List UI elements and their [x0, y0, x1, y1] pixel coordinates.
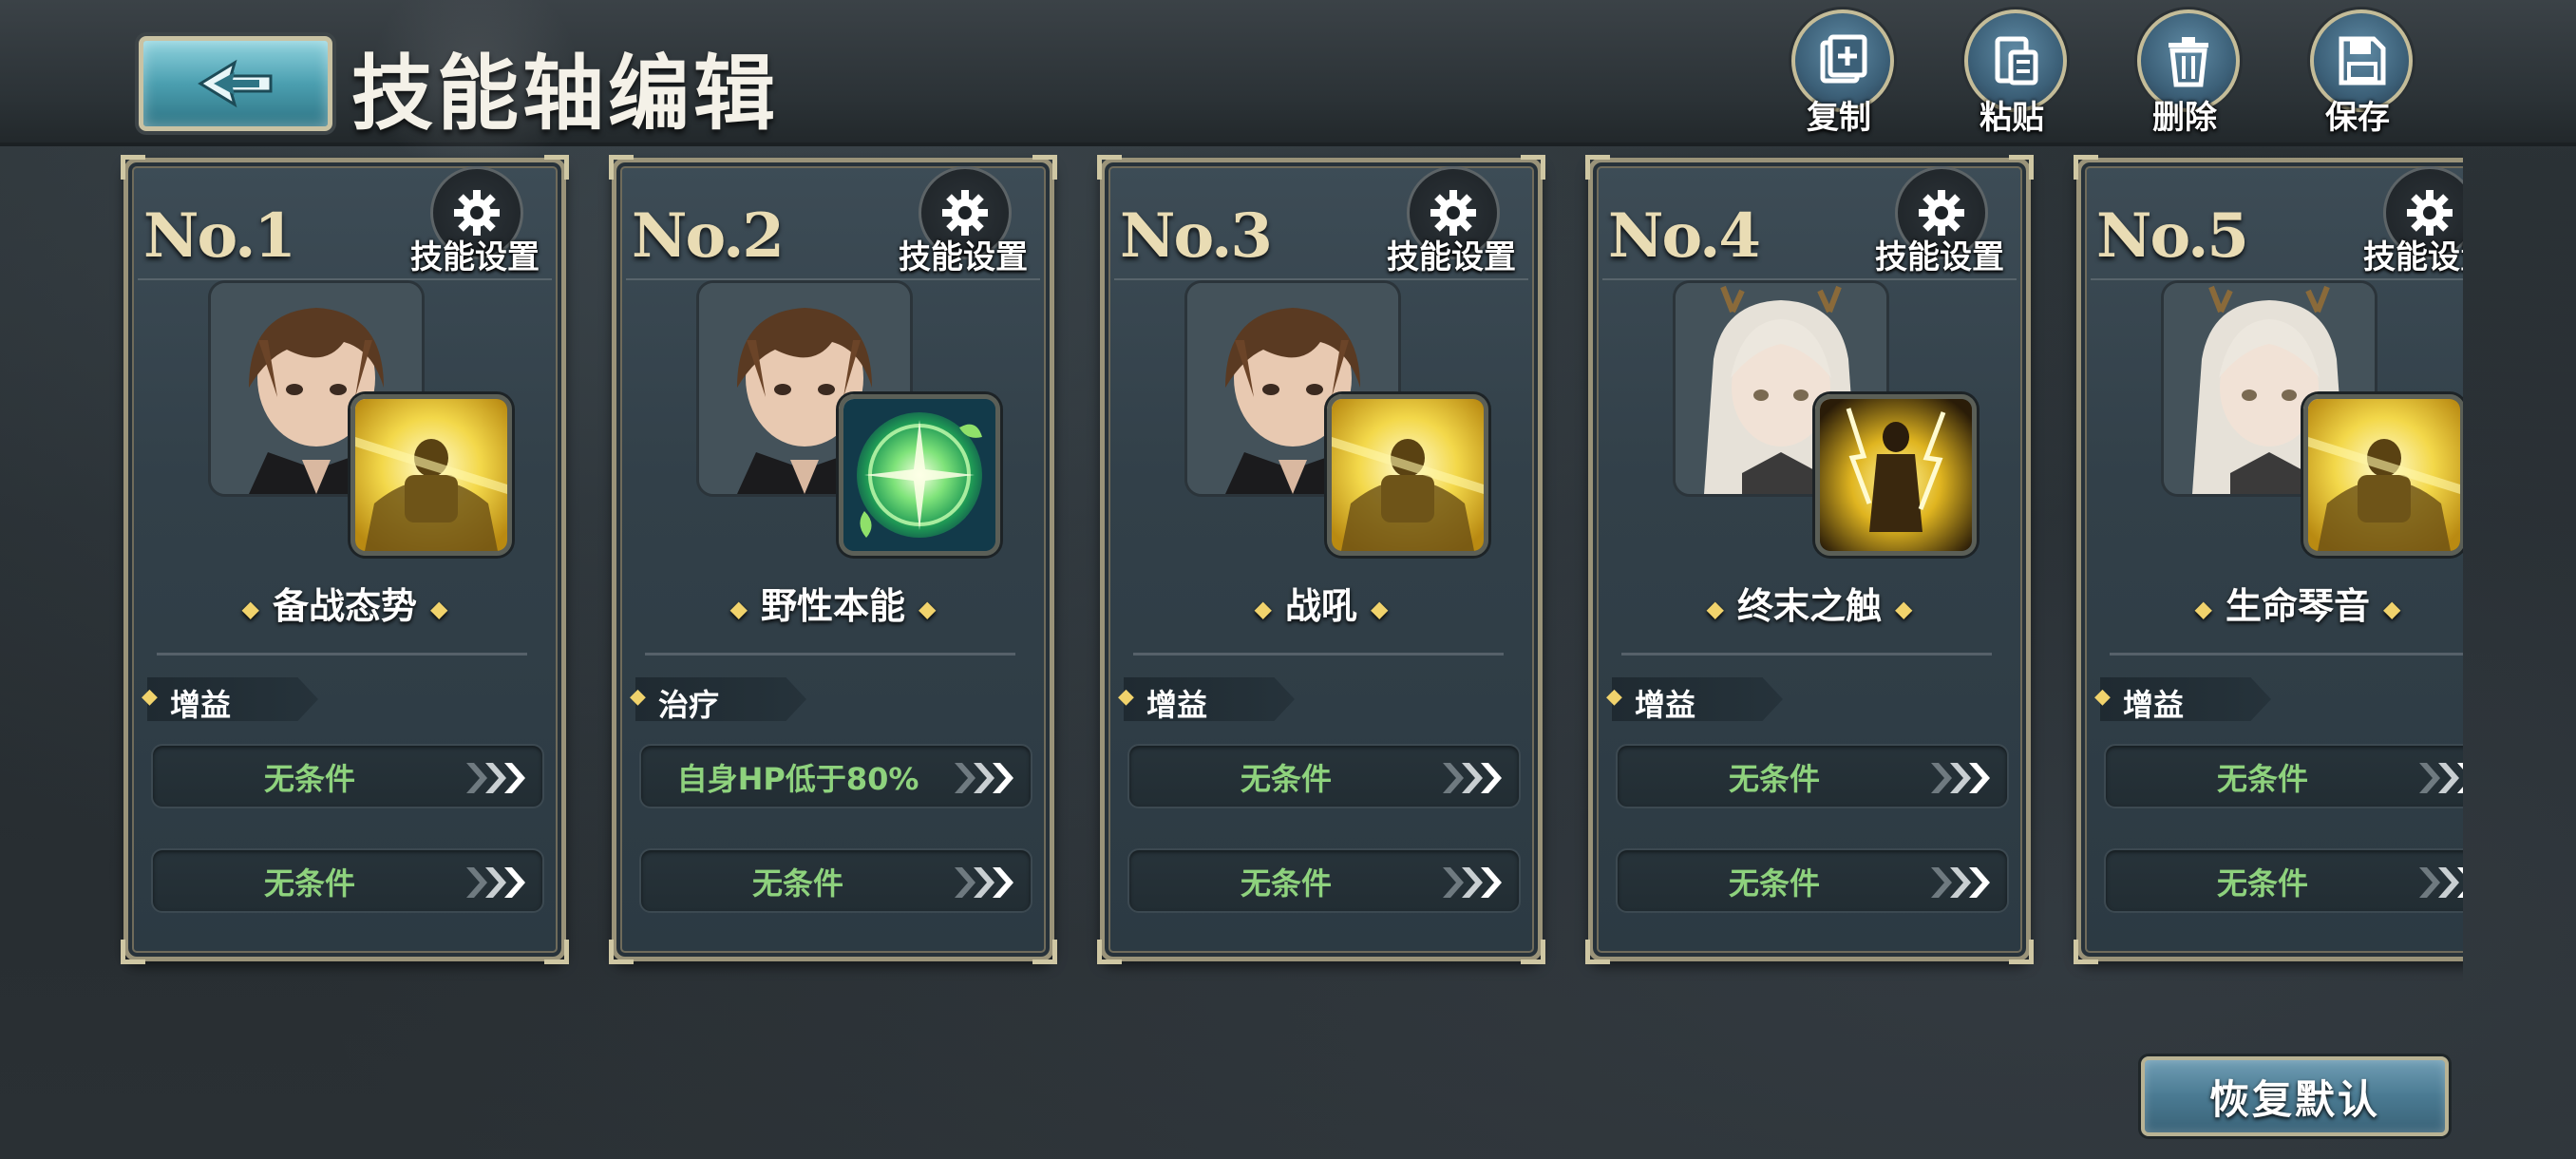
condition-text: 无条件: [263, 865, 355, 902]
condition-slot-1[interactable]: 无条件: [151, 744, 544, 808]
card-number: No.1: [143, 200, 296, 272]
skill-card-5[interactable]: No.5 技能设置 ◆生命琴音◆ ◆ 增益 无条件 无条件: [2074, 155, 2463, 964]
condition-text: 无条件: [1240, 761, 1332, 797]
skill-icon-golden-guard: [350, 394, 512, 556]
condition-text: 无条件: [1728, 761, 1820, 797]
card-number: No.4: [1608, 200, 1761, 272]
skill-name: ◆ 战吼 ◆: [1254, 585, 1389, 627]
condition-slot-2[interactable]: 无条件: [2104, 848, 2463, 913]
skill-settings-label: 技能设置: [410, 238, 540, 276]
chevron-right-icon: [2419, 763, 2463, 793]
skill-name: ◆ 终末之触 ◆: [1706, 585, 1913, 627]
card-number: No.2: [632, 200, 785, 272]
condition-slot-2[interactable]: 无条件: [639, 848, 1032, 913]
condition-slot-1[interactable]: 无条件: [1127, 744, 1521, 808]
skill-icon-golden-guard: [1327, 394, 1488, 556]
skill-settings-label: 技能设置: [899, 238, 1028, 276]
card-number: No.3: [1120, 200, 1273, 272]
skill-settings-label: 技能设置: [1875, 238, 2004, 276]
skill-icon-golden-guard: [2303, 394, 2463, 556]
skill-tag-label: 增益: [1635, 687, 1696, 723]
condition-slot-1[interactable]: 无条件: [1616, 744, 2009, 808]
condition-slot-1[interactable]: 无条件: [2104, 744, 2463, 808]
skill-settings-label: 技能设置: [2363, 238, 2463, 276]
chevron-right-icon: [1931, 763, 1990, 793]
chevron-right-icon: [1931, 867, 1990, 898]
condition-text: 无条件: [1240, 865, 1332, 902]
skill-card-2[interactable]: No.2 技能设置 ◆ 野性本能 ◆ ◆ 治疗 自身HP低于80% 无条件: [609, 155, 1057, 964]
condition-text: 无条件: [2216, 761, 2308, 797]
condition-text: 无条件: [1728, 865, 1820, 902]
chevron-right-icon: [955, 763, 1013, 793]
chevron-right-icon: [466, 763, 525, 793]
skill-card-list: No.1 技能设置 ◆ 备战态势 ◆ ◆ 增益 无条件 无条件 No.2 技能设…: [0, 0, 2463, 1159]
skill-settings-label: 技能设置: [1387, 238, 1516, 276]
condition-slot-2[interactable]: 无条件: [151, 848, 544, 913]
card-number: No.5: [2096, 200, 2249, 272]
condition-text: 无条件: [263, 761, 355, 797]
condition-text: 无条件: [751, 865, 843, 902]
skill-card-3[interactable]: No.3 技能设置 ◆ 战吼 ◆ ◆ 增益 无条件 无条件: [1097, 155, 1545, 964]
skill-icon-green-nature-orb: [839, 394, 1000, 556]
chevron-right-icon: [1443, 867, 1502, 898]
chevron-right-icon: [2419, 867, 2463, 898]
skill-card-1[interactable]: No.1 技能设置 ◆ 备战态势 ◆ ◆ 增益 无条件 无条件: [121, 155, 569, 964]
condition-slot-2[interactable]: 无条件: [1616, 848, 2009, 913]
skill-tag-label: 治疗: [658, 687, 720, 723]
restore-default-button[interactable]: 恢复默认: [2141, 1056, 2449, 1136]
chevron-right-icon: [955, 867, 1013, 898]
skill-name: ◆ 生命琴音 ◆: [2194, 585, 2401, 627]
chevron-right-icon: [466, 867, 525, 898]
condition-slot-2[interactable]: 无条件: [1127, 848, 1521, 913]
skill-tag-label: 增益: [2123, 687, 2185, 723]
skill-name: ◆ 野性本能 ◆: [729, 585, 937, 627]
condition-text: 自身HP低于80%: [676, 761, 919, 797]
skill-name: ◆ 备战态势 ◆: [241, 585, 448, 627]
skill-tag-label: 增益: [170, 687, 232, 723]
chevron-right-icon: [1443, 763, 1502, 793]
skill-icon-golden-lightning-figure: [1815, 394, 1977, 556]
skill-tag-label: 增益: [1146, 687, 1208, 723]
condition-slot-1[interactable]: 自身HP低于80%: [639, 744, 1032, 808]
condition-text: 无条件: [2216, 865, 2308, 902]
skill-card-4[interactable]: No.4 技能设置 ◆ 终末之触 ◆ ◆ 增益 无条件 无条件: [1585, 155, 2034, 964]
